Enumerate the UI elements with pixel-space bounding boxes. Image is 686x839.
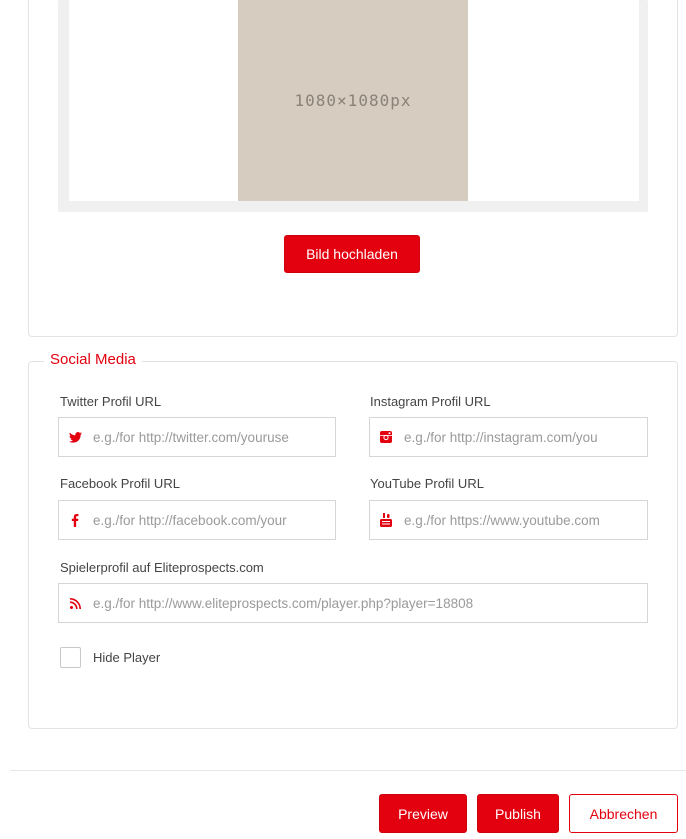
instagram-icon (370, 431, 402, 443)
eliteprospects-url-field[interactable]: e.g./for http://www.eliteprospects.com/p… (58, 583, 648, 623)
placeholder-image: 1080×1080px (238, 0, 468, 201)
twitter-url-placeholder: e.g./for http://twitter.com/youruse (93, 429, 289, 445)
hide-player-label: Hide Player (93, 650, 161, 665)
youtube-icon (370, 513, 402, 527)
hide-player-checkbox[interactable] (60, 647, 81, 668)
placeholder-image-size-label: 1080×1080px (294, 91, 412, 110)
rss-icon (59, 597, 91, 609)
twitter-url-label: Twitter Profil URL (60, 394, 162, 409)
cancel-button[interactable]: Abbrechen (569, 794, 678, 833)
social-media-legend: Social Media (44, 351, 142, 368)
instagram-url-placeholder: e.g./for http://instagram.com/you (404, 429, 598, 445)
eliteprospects-profile-label: Spielerprofil auf Eliteprospects.com (60, 560, 264, 575)
facebook-url-placeholder: e.g./for http://facebook.com/your (93, 512, 287, 528)
footer-divider (10, 770, 686, 771)
instagram-url-field[interactable]: e.g./for http://instagram.com/you (369, 417, 648, 457)
instagram-url-label: Instagram Profil URL (370, 394, 491, 409)
upload-image-button[interactable]: Bild hochladen (284, 235, 420, 273)
eliteprospects-url-placeholder: e.g./for http://www.eliteprospects.com/p… (93, 595, 474, 611)
facebook-url-label: Facebook Profil URL (60, 476, 180, 491)
youtube-url-field[interactable]: e.g./for https://www.youtube.com (369, 500, 648, 540)
facebook-url-field[interactable]: e.g./for http://facebook.com/your (58, 500, 336, 540)
youtube-url-label: YouTube Profil URL (370, 476, 484, 491)
publish-button[interactable]: Publish (477, 794, 559, 833)
youtube-url-placeholder: e.g./for https://www.youtube.com (404, 512, 600, 528)
twitter-icon (59, 431, 91, 443)
preview-button[interactable]: Preview (379, 794, 467, 833)
facebook-icon (59, 513, 91, 527)
twitter-url-field[interactable]: e.g./for http://twitter.com/youruse (58, 417, 336, 457)
